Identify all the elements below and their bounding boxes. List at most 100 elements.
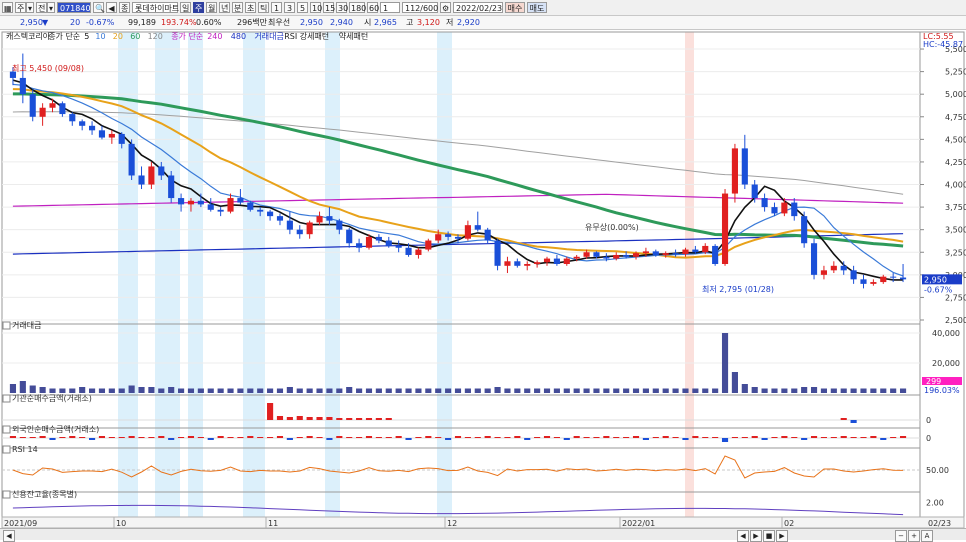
foreign-bar [810,436,818,438]
candle-body [375,236,382,241]
date-label: 12 [447,519,457,528]
volume-bar [464,388,471,393]
chevron-down-icon[interactable]: ▾ [26,2,34,13]
scroll-left-icon[interactable]: ◀ [3,530,15,542]
search-icon[interactable]: 🔍 [93,2,105,13]
play-icon[interactable]: ▶ [750,530,762,542]
volume-bar [524,388,531,393]
volume-bar [474,388,481,393]
candle-body [613,254,620,259]
candle-body [860,279,867,284]
candle-body [316,216,323,223]
stop-icon[interactable]: ■ [763,530,775,542]
candle-body [771,207,778,214]
interval-year-button[interactable]: 년 [219,2,230,13]
custom-unit-field[interactable]: 1 [380,2,400,13]
volume-bar [286,387,293,393]
volume-bar [623,388,630,393]
legend-item: 10 [95,32,105,41]
chevron-down-icon[interactable]: ▾ [47,2,55,13]
layout-grid-icon[interactable]: ▦ [2,2,13,13]
unit-60-button[interactable]: 60 [367,2,379,13]
volume-bar [731,372,738,393]
candle-body [534,262,541,264]
unit-30-button[interactable]: 30 [336,2,348,13]
candle-body [801,216,808,244]
foreign-bar [237,437,244,438]
buy-button[interactable]: 매수 [505,2,525,13]
zoom-out-icon[interactable]: − [895,530,907,542]
market-select[interactable]: 전 [36,2,47,13]
unit-180-button[interactable]: 180 [349,2,366,13]
inst-bar [336,418,343,420]
candle-body [306,222,313,235]
sell-button[interactable]: 매도 [527,2,547,13]
quote-best-ask: 2,950 [300,18,323,27]
candle-body [118,133,125,144]
candle-body [385,240,392,246]
bar-count-field[interactable]: 112/600 [402,2,438,13]
first-page-icon[interactable]: ◀ [737,530,749,542]
unit-5-button[interactable]: 5 [297,2,308,13]
inst-bar [296,416,303,420]
price-tick-label: 3,500 [945,226,966,235]
stock-chart[interactable]: 5,5005,2505,0004,7504,5004,2504,0003,750… [0,30,966,528]
unit-15-button[interactable]: 15 [323,2,335,13]
period-select[interactable]: 주 [15,2,26,13]
interval-week-button[interactable]: 주 [193,2,204,13]
volume-bar [484,388,491,393]
unit-10-button[interactable]: 10 [310,2,322,13]
zoom-in-icon[interactable]: + [908,530,920,542]
volume-bar [138,387,145,393]
volume-bar [702,388,709,393]
foreign-bar [395,436,402,438]
candle-body [543,258,551,263]
legend-item: 60 [130,32,140,41]
stock-name-field[interactable]: 롯데하이마트 [132,2,179,13]
volume-bar [296,388,303,393]
candle-body [286,220,293,230]
prev-stock-button[interactable]: ◀ [106,2,117,13]
legend-item: 120 [148,32,163,41]
foreign-bar [346,437,353,438]
foreign-bar [385,437,392,438]
volume-bar [356,388,363,393]
volume-bar [227,388,234,393]
bottom-scroll-bar[interactable]: ◀ ◀ ▶ ■ ▶ − + A [0,528,966,542]
foreign-bar [227,437,234,438]
candle-body [840,265,847,271]
volume-bar [850,388,857,393]
unit-3-button[interactable]: 3 [284,2,295,13]
candle-body [504,261,511,266]
candle-body [89,125,96,131]
volume-bar [415,388,422,393]
date-label: 02/23 [928,519,951,528]
candle-body [356,243,363,248]
settings-icon[interactable]: ⚙ [440,2,451,13]
interval-tick-button[interactable]: 틱 [258,2,269,13]
candle-body [365,236,373,248]
interval-month-button[interactable]: 월 [206,2,217,13]
inst-bar [850,420,857,423]
volume-bar [751,387,758,393]
candle-body [49,103,56,108]
date-field[interactable]: 2022/02/23 [453,2,503,13]
unit-1-button[interactable]: 1 [271,2,282,13]
volume-bar [880,388,887,393]
legend-item: RSI 강세패턴 [284,31,329,41]
last-page-icon[interactable]: ▶ [776,530,788,542]
legend-item: 5 [84,32,89,41]
volume-bar [692,388,699,393]
foreign-bar [860,437,867,438]
font-size-icon[interactable]: A [921,530,933,542]
interval-day-button[interactable]: 일 [180,2,191,13]
candle-body [237,198,244,203]
candle-body [187,200,195,205]
stock-icon[interactable]: 종 [119,2,130,13]
candle-body [850,270,857,280]
interval-minute-button[interactable]: 분 [232,2,243,13]
candle-body [820,270,827,275]
foreign-bar [148,437,155,438]
interval-second-button[interactable]: 초 [245,2,256,13]
stock-code-field[interactable]: 071840 [57,2,91,13]
